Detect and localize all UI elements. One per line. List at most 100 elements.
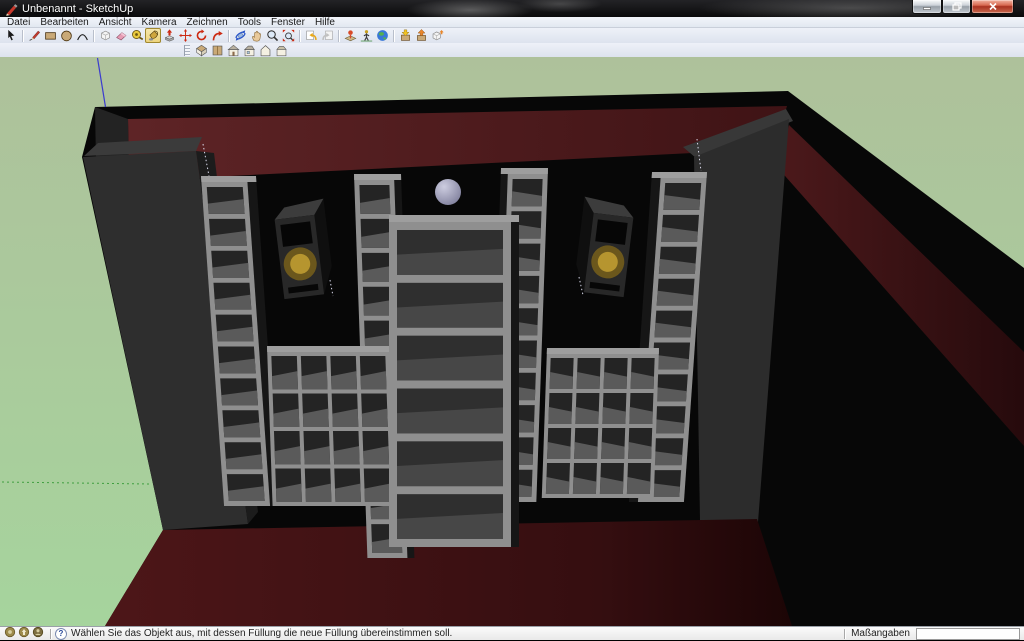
toolbar-separator	[90, 30, 97, 42]
right-view-button[interactable]	[241, 43, 257, 58]
circle-icon	[60, 29, 73, 42]
minimize-button[interactable]	[912, 0, 942, 14]
center-shelf	[389, 215, 519, 547]
maximize-button[interactable]	[942, 0, 971, 14]
arc-tool-button[interactable]	[74, 28, 90, 43]
follow-me-icon	[211, 29, 224, 42]
credits-status-icon[interactable]	[18, 626, 30, 638]
close-button[interactable]	[971, 0, 1014, 14]
restore-icon	[952, 2, 962, 11]
zoom-tool-button[interactable]	[264, 28, 280, 43]
zoom-extents-tool-button[interactable]	[280, 28, 296, 43]
google-earth-icon	[376, 29, 389, 42]
title-bar: Unbenannt - SketchUp	[0, 0, 1024, 17]
viewport-3d[interactable]	[0, 57, 1024, 626]
line-icon	[28, 29, 41, 42]
toolbar-separator	[225, 30, 232, 42]
front-view-icon	[227, 44, 240, 57]
add-location-icon	[344, 29, 357, 42]
google-earth-tool-button[interactable]	[374, 28, 390, 43]
share-model-tool-button[interactable]	[413, 28, 429, 43]
share-component-icon	[431, 29, 444, 42]
status-bar: ? Wählen Sie das Objekt aus, mit dessen …	[0, 626, 1024, 640]
make-component-icon	[99, 29, 112, 42]
status-icons	[4, 626, 46, 641]
window-title: Unbenannt - SketchUp	[22, 3, 133, 15]
ceiling-sphere	[435, 179, 461, 205]
share-model-icon	[415, 29, 428, 42]
redo-icon	[321, 29, 334, 42]
circle-tool-button[interactable]	[58, 28, 74, 43]
right-view-icon	[243, 44, 256, 57]
zoom-icon	[266, 29, 279, 42]
toolbar-separator	[335, 30, 342, 42]
undo-tool-button[interactable]	[303, 28, 319, 43]
rotate-tool-button[interactable]	[193, 28, 209, 43]
paint-bucket-tool-button[interactable]	[145, 28, 161, 43]
tape-measure-tool-button[interactable]	[129, 28, 145, 43]
menu-hilfe[interactable]: Hilfe	[310, 17, 340, 28]
menu-kamera[interactable]: Kamera	[137, 17, 182, 28]
left-view-icon	[275, 44, 288, 57]
geolocation-icon	[4, 626, 16, 638]
back-view-button[interactable]	[257, 43, 273, 58]
menu-tools[interactable]: Tools	[233, 17, 266, 28]
position-camera-tool-button[interactable]	[358, 28, 374, 43]
menu-ansicht[interactable]: Ansicht	[94, 17, 137, 28]
share-component-tool-button[interactable]	[429, 28, 445, 43]
move-tool-button[interactable]	[177, 28, 193, 43]
tape-measure-icon	[131, 29, 144, 42]
iso-view-button[interactable]	[193, 43, 209, 58]
rectangle-tool-button[interactable]	[42, 28, 58, 43]
back-view-icon	[259, 44, 272, 57]
zoom-extents-icon	[282, 29, 295, 42]
undo-icon	[305, 29, 318, 42]
close-icon	[988, 2, 998, 11]
top-view-button[interactable]	[209, 43, 225, 58]
help-icon[interactable]: ?	[55, 628, 67, 640]
position-camera-icon	[360, 29, 373, 42]
front-view-button[interactable]	[225, 43, 241, 58]
pan-icon	[250, 29, 263, 42]
account-status-icon[interactable]	[32, 626, 44, 638]
credits-icon	[18, 626, 30, 638]
menu-bar: DateiBearbeitenAnsichtKameraZeichnenTool…	[0, 17, 1024, 28]
select-icon	[5, 29, 18, 42]
measurements-input[interactable]	[916, 628, 1020, 640]
toolbar-separator	[390, 30, 397, 42]
select-tool-button[interactable]	[3, 28, 19, 43]
pan-tool-button[interactable]	[248, 28, 264, 43]
views-toolbar	[0, 43, 1024, 58]
rectangle-icon	[44, 29, 57, 42]
eraser-tool-button[interactable]	[113, 28, 129, 43]
measurements-area: Maßangaben	[840, 628, 1020, 640]
low-left-cubbies	[267, 346, 395, 506]
menu-fenster[interactable]: Fenster	[266, 17, 310, 28]
app-icon	[5, 3, 18, 16]
status-message: Wählen Sie das Objekt aus, mit dessen Fü…	[71, 628, 452, 639]
toolbar-drag-handle[interactable]	[184, 45, 190, 56]
menu-zeichnen[interactable]: Zeichnen	[182, 17, 233, 28]
top-view-icon	[211, 44, 224, 57]
orbit-icon	[234, 29, 247, 42]
get-models-icon	[399, 29, 412, 42]
line-tool-button[interactable]	[26, 28, 42, 43]
get-models-tool-button[interactable]	[397, 28, 413, 43]
redo-tool-button[interactable]	[319, 28, 335, 43]
account-icon	[32, 626, 44, 638]
orbit-tool-button[interactable]	[232, 28, 248, 43]
left-view-button[interactable]	[273, 43, 289, 58]
menu-bearbeiten[interactable]: Bearbeiten	[35, 17, 93, 28]
toolbar-separator	[296, 30, 303, 42]
menu-datei[interactable]: Datei	[2, 17, 35, 28]
statusbar-separator	[50, 629, 51, 639]
low-right-cubbies	[542, 348, 659, 498]
geolocation-status-icon[interactable]	[4, 626, 16, 638]
push-pull-tool-button[interactable]	[161, 28, 177, 43]
make-component-tool-button[interactable]	[97, 28, 113, 43]
follow-me-tool-button[interactable]	[209, 28, 225, 43]
add-location-tool-button[interactable]	[342, 28, 358, 43]
sketchup-window: Unbenannt - SketchUp DateiBearbeitenAnsi…	[0, 0, 1024, 640]
measurements-label: Maßangaben	[851, 628, 910, 639]
window-controls	[912, 0, 1014, 14]
